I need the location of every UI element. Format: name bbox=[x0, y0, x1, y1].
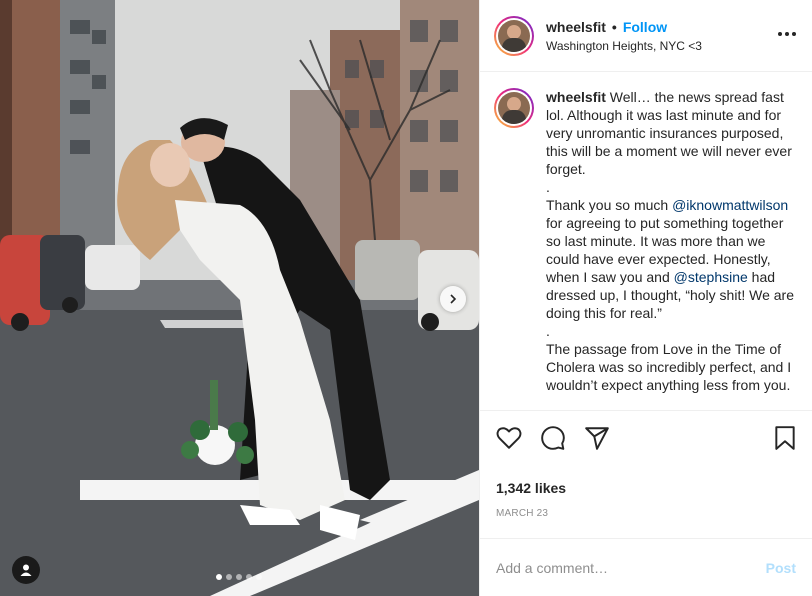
caption-paragraph-3: The passage from Love in the Time of Cho… bbox=[546, 341, 796, 393]
carousel-dot bbox=[226, 574, 232, 580]
instagram-post: wheelsfit • Follow Washington Heights, N… bbox=[0, 0, 812, 596]
post-caption: wheelsfit Well… the news spread fast lol… bbox=[546, 88, 794, 410]
add-comment-bar: Post bbox=[480, 538, 812, 596]
caption-dot: . bbox=[546, 323, 550, 339]
header-username[interactable]: wheelsfit bbox=[546, 19, 606, 35]
separator-dot: • bbox=[611, 18, 617, 35]
follow-button[interactable]: Follow bbox=[623, 19, 667, 35]
carousel-dot bbox=[236, 574, 242, 580]
action-bar bbox=[480, 410, 812, 478]
carousel-dot bbox=[216, 574, 222, 580]
post-comment-button[interactable]: Post bbox=[766, 560, 796, 576]
post-sidebar: wheelsfit • Follow Washington Heights, N… bbox=[479, 0, 812, 596]
post-photo[interactable] bbox=[0, 0, 479, 596]
post-date: MARCH 23 bbox=[496, 508, 549, 519]
likes-count[interactable]: 1,342 likes bbox=[496, 480, 796, 496]
chevron-right-icon bbox=[450, 294, 457, 304]
share-icon[interactable] bbox=[584, 425, 610, 451]
user-tag-icon bbox=[20, 564, 32, 576]
comment-input[interactable] bbox=[496, 559, 766, 576]
caption-paragraph-2-start: Thank you so much bbox=[546, 197, 673, 213]
post-header: wheelsfit • Follow Washington Heights, N… bbox=[480, 0, 812, 72]
bookmark-icon[interactable] bbox=[772, 425, 798, 451]
carousel-dot bbox=[256, 574, 262, 580]
user-tag-button[interactable] bbox=[12, 556, 40, 584]
location-link[interactable]: Washington Heights, NYC <3 bbox=[546, 39, 702, 53]
mention-link[interactable]: @iknowmattwilson bbox=[672, 197, 788, 213]
post-meta: 1,342 likes MARCH 23 bbox=[480, 478, 812, 538]
mention-link[interactable]: @stephsine bbox=[674, 269, 748, 285]
more-options-icon[interactable] bbox=[778, 28, 796, 40]
caption-dot: . bbox=[546, 179, 550, 195]
avatar[interactable] bbox=[494, 15, 534, 56]
carousel-indicators bbox=[216, 574, 262, 580]
carousel-next-button[interactable] bbox=[440, 286, 466, 312]
wedding-kiss-photo bbox=[0, 0, 479, 596]
carousel-dot bbox=[246, 574, 252, 580]
caption-username[interactable]: wheelsfit bbox=[546, 89, 606, 105]
caption-avatar[interactable] bbox=[494, 88, 534, 128]
comment-icon[interactable] bbox=[540, 425, 566, 451]
heart-icon[interactable] bbox=[496, 425, 522, 451]
comments-section: wheelsfit Well… the news spread fast lol… bbox=[480, 72, 812, 410]
